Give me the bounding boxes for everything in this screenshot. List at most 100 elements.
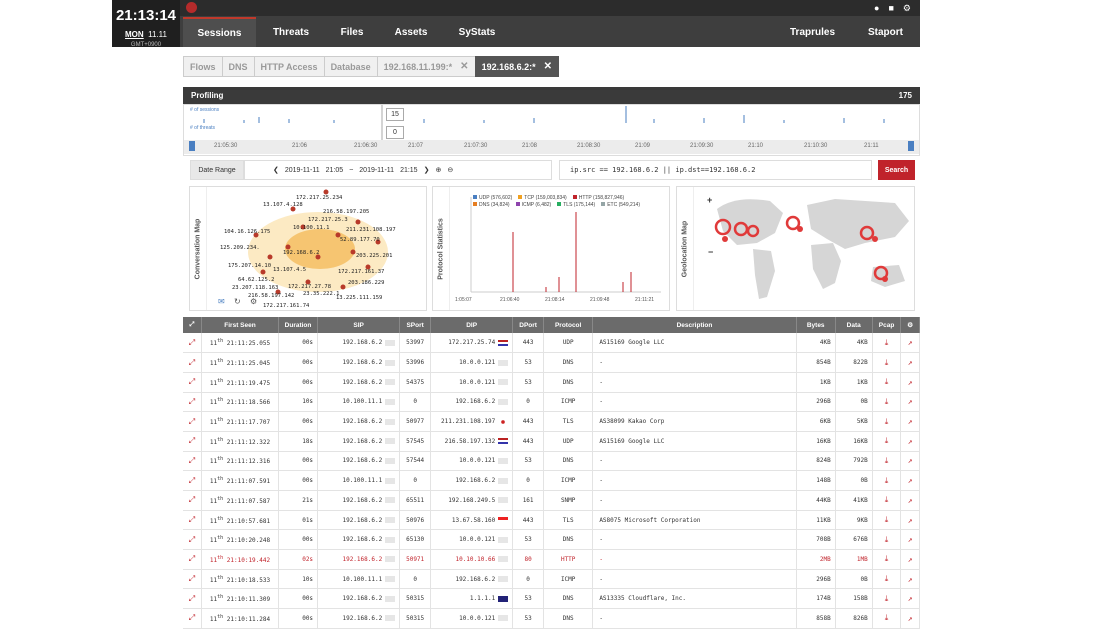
ip-node-label[interactable]: 23.207.118.163	[232, 285, 278, 291]
table-row[interactable]: ⤢ 11th 21:11:25.055 00s 192.168.6.2 53997 172…	[183, 333, 920, 354]
nav-sessions[interactable]: Sessions	[183, 17, 256, 47]
expand-icon[interactable]: ⤢	[183, 431, 202, 452]
col-protocol[interactable]: Protocol	[543, 317, 594, 333]
table-row[interactable]: ⤢ 11th 21:10:11.309 00s 192.168.6.2 50315 1.1…	[183, 588, 920, 610]
download-icon[interactable]: ⤓	[872, 451, 902, 472]
download-icon[interactable]: ⤓	[872, 372, 902, 393]
ip-node-label[interactable]: 203.225.201	[356, 253, 392, 259]
close-icon[interactable]: ✕	[544, 61, 552, 72]
download-icon[interactable]: ⤓	[872, 352, 902, 373]
sip-cell[interactable]: 192.168.6.2	[317, 333, 401, 354]
download-icon[interactable]: ⤓	[872, 431, 902, 452]
table-row[interactable]: ⤢ 11th 21:11:12.316 00s 192.168.6.2 57544 10.…	[183, 451, 920, 472]
ip-node-label[interactable]: 203.186.229	[348, 280, 384, 286]
col-pcap[interactable]: Pcap	[872, 317, 902, 333]
from-time[interactable]: 21:05	[326, 167, 344, 174]
expand-all-icon[interactable]: ⤢	[183, 317, 202, 333]
nav-files[interactable]: Files	[326, 17, 378, 47]
external-link-icon[interactable]: ↗	[900, 510, 920, 531]
sip-cell[interactable]: 192.168.6.2	[317, 372, 401, 393]
dip-cell[interactable]: 10.0.0.121	[430, 608, 514, 629]
table-row[interactable]: ⤢ 11th 21:11:25.045 00s 192.168.6.2 53996 10.…	[183, 352, 920, 373]
expand-icon[interactable]: ⤢	[183, 411, 202, 432]
external-link-icon[interactable]: ↗	[900, 588, 920, 610]
download-icon[interactable]: ⤓	[872, 569, 902, 590]
sip-cell[interactable]: 192.168.6.2	[317, 352, 401, 373]
ip-node-label[interactable]: 125.209.234.	[220, 245, 260, 251]
tab-database[interactable]: Database	[323, 56, 378, 77]
tab-ip-2[interactable]: 192.168.6.2:* ✕	[474, 56, 559, 77]
user-icon[interactable]: ●	[874, 3, 879, 14]
ip-node-label[interactable]: 10.100.11.1	[293, 225, 329, 231]
ip-node-label[interactable]: 13.225.111.159	[336, 295, 382, 301]
expand-icon[interactable]: ⤢	[183, 510, 202, 531]
col-first-seen[interactable]: First Seen	[201, 317, 280, 333]
table-row[interactable]: ⤢ 11th 21:10:11.284 00s 192.168.6.2 50315 10.…	[183, 608, 920, 629]
table-row[interactable]: ⤢ 11th 21:11:18.566 10s 10.100.11.1 0 192.168…	[183, 392, 920, 413]
ip-node-label[interactable]: 52.89.177.70	[340, 237, 380, 243]
expand-icon[interactable]: ⤢	[183, 608, 202, 629]
refresh-icon[interactable]: ↻	[234, 297, 241, 306]
download-icon[interactable]: ⤓	[872, 470, 902, 491]
download-icon[interactable]: ⤓	[872, 411, 902, 432]
dip-cell[interactable]: 192.168.6.2	[430, 470, 514, 491]
table-row[interactable]: ⤢ 11th 21:11:12.322 18s 192.168.6.2 57545 216…	[183, 431, 920, 452]
external-link-icon[interactable]: ↗	[900, 608, 920, 629]
dip-cell[interactable]: 10.0.0.121	[430, 352, 514, 373]
range-handle-right[interactable]	[908, 141, 914, 151]
table-row[interactable]: ⤢ 11th 21:11:17.707 00s 192.168.6.2 50977 211…	[183, 411, 920, 432]
table-row[interactable]: ⤢ 11th 21:10:19.442 02s 192.168.6.2 50971 10.…	[183, 549, 920, 570]
external-link-icon[interactable]: ↗	[900, 431, 920, 452]
dip-cell[interactable]: 10.0.0.121	[430, 451, 514, 472]
dip-cell[interactable]: 13.67.58.160	[430, 510, 514, 531]
download-icon[interactable]: ⤓	[872, 333, 902, 354]
external-link-icon[interactable]: ↗	[900, 490, 920, 511]
col-data[interactable]: Data	[835, 317, 873, 333]
dip-cell[interactable]: 172.217.25.74	[430, 333, 514, 354]
expand-icon[interactable]: ⤢	[183, 529, 202, 551]
tab-http-access[interactable]: HTTP Access	[253, 56, 325, 77]
col-sip[interactable]: SIP	[317, 317, 401, 333]
sip-cell[interactable]: 192.168.6.2	[317, 431, 401, 452]
chevron-left-icon[interactable]: ❮	[273, 166, 279, 174]
settings-icon[interactable]: ⚙	[250, 297, 257, 306]
expand-icon[interactable]: ⤢	[183, 333, 202, 354]
to-time[interactable]: 21:15	[400, 167, 418, 174]
expand-icon[interactable]: ⤢	[183, 470, 202, 491]
zoom-out-icon[interactable]: ⊖	[447, 166, 453, 174]
dip-cell[interactable]: 192.168.6.2	[430, 569, 514, 590]
nav-assets[interactable]: Assets	[378, 17, 444, 47]
search-button[interactable]: Search	[878, 160, 915, 180]
ip-node-label[interactable]: 216.58.197.205	[323, 209, 369, 215]
document-icon[interactable]: ■	[888, 3, 893, 14]
external-link-icon[interactable]: ↗	[900, 352, 920, 373]
date-range-picker[interactable]: ❮ 2019-11-11 21:05 ~ 2019-11-11 21:15 ❯ …	[244, 160, 552, 180]
expand-icon[interactable]: ⤢	[183, 549, 202, 570]
dip-cell[interactable]: 211.231.108.197	[430, 411, 514, 432]
from-date[interactable]: 2019-11-11	[285, 167, 320, 174]
sip-cell[interactable]: 10.100.11.1	[317, 392, 401, 413]
download-icon[interactable]: ⤓	[872, 608, 902, 629]
download-icon[interactable]: ⤓	[872, 490, 902, 511]
external-link-icon[interactable]: ↗	[900, 529, 920, 551]
dip-cell[interactable]: 10.0.0.121	[430, 529, 514, 551]
dip-cell[interactable]: 192.168.249.5	[430, 490, 514, 511]
zoom-in-icon[interactable]: ⊕	[435, 166, 441, 174]
dip-cell[interactable]: 216.58.197.132	[430, 431, 514, 452]
external-link-icon[interactable]: ↗	[900, 470, 920, 491]
ip-node-label[interactable]: 172.217.161.74	[263, 303, 309, 309]
expand-icon[interactable]: ⤢	[183, 372, 202, 393]
sip-cell[interactable]: 10.100.11.1	[317, 470, 401, 491]
ip-node-label[interactable]: 175.207.14.10	[228, 263, 271, 269]
external-link-icon[interactable]: ↗	[900, 569, 920, 590]
nav-threats[interactable]: Threats	[256, 17, 326, 47]
external-link-icon[interactable]: ↗	[900, 333, 920, 354]
tab-ip-1[interactable]: 192.168.11.199:* ✕	[376, 56, 476, 77]
table-row[interactable]: ⤢ 11th 21:11:07.591 00s 10.100.11.1 0 192.168…	[183, 470, 920, 491]
nav-systats[interactable]: SyStats	[444, 17, 510, 47]
column-settings-icon[interactable]: ⚙	[900, 317, 920, 333]
ip-node-label[interactable]: 104.16.126.175	[224, 229, 270, 235]
col-dport[interactable]: DPort	[512, 317, 545, 333]
sip-cell[interactable]: 192.168.6.2	[317, 529, 401, 551]
expand-icon[interactable]: ⤢	[183, 588, 202, 610]
